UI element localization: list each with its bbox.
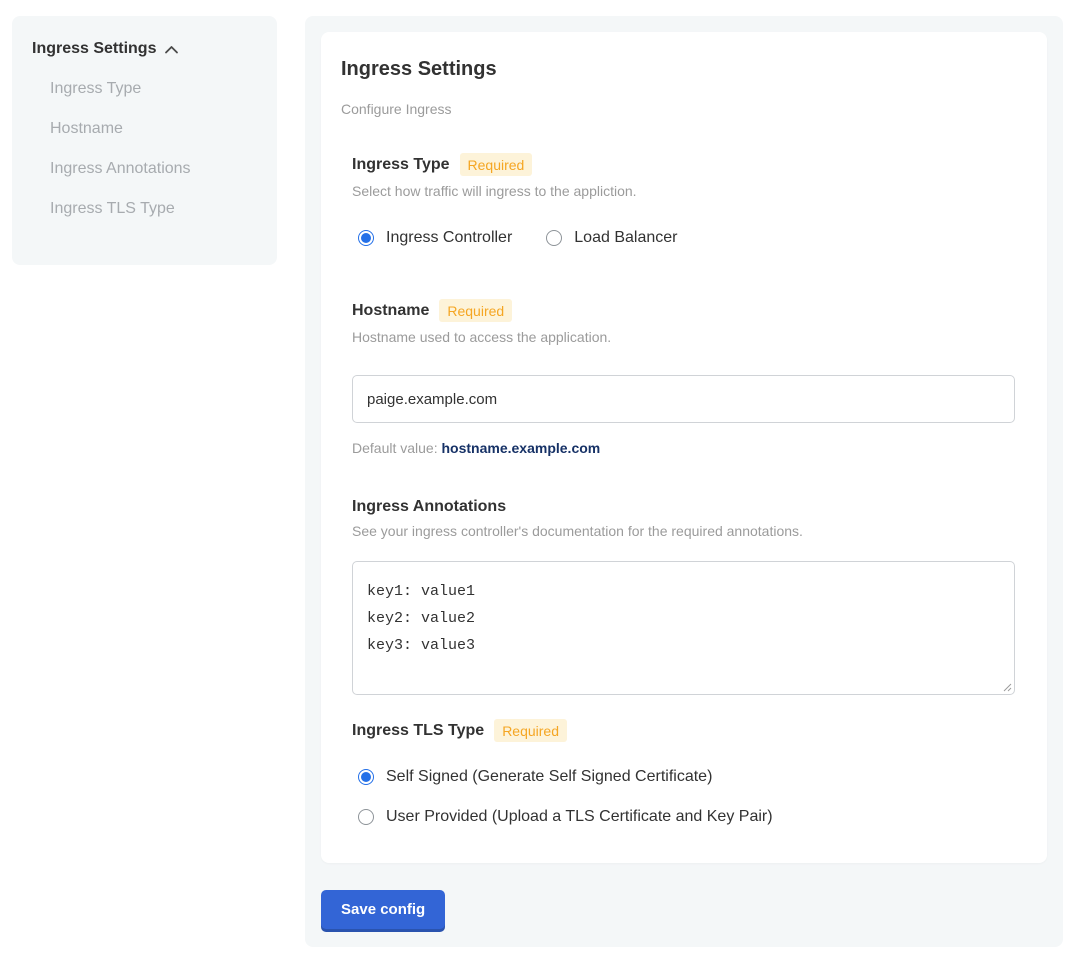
- sidebar-item-ingress-tls-type[interactable]: Ingress TLS Type: [50, 200, 257, 218]
- sidebar-item-ingress-type[interactable]: Ingress Type: [50, 80, 257, 98]
- config-card: Ingress Settings Configure Ingress Ingre…: [321, 32, 1047, 863]
- section-ingress-tls-type: Ingress TLS Type Required Self Signed (G…: [352, 719, 1027, 826]
- config-nav-sidebar: Ingress Settings Ingress Type Hostname I…: [12, 16, 277, 265]
- sidebar-item-hostname[interactable]: Hostname: [50, 120, 257, 138]
- required-badge: Required: [439, 299, 512, 322]
- radio-icon: [358, 809, 374, 825]
- page-title: Ingress Settings: [341, 58, 1027, 81]
- ingress-annotations-textarea[interactable]: key1: value1 key2: value2 key3: value3: [352, 561, 1015, 695]
- save-config-button[interactable]: Save config: [321, 890, 445, 929]
- ingress-annotations-help: See your ingress controller's documentat…: [352, 523, 1027, 539]
- ingress-tls-type-title: Ingress TLS Type: [352, 722, 484, 740]
- default-value-label: Default value:: [352, 440, 438, 456]
- hostname-default-line: Default value: hostname.example.com: [352, 440, 1027, 456]
- sidebar-group-toggle[interactable]: Ingress Settings: [32, 40, 257, 58]
- required-badge: Required: [494, 719, 567, 742]
- radio-label: Load Balancer: [574, 229, 677, 247]
- radio-label: Ingress Controller: [386, 229, 512, 247]
- sidebar-item-ingress-annotations[interactable]: Ingress Annotations: [50, 160, 257, 178]
- required-badge: Required: [460, 153, 533, 176]
- radio-label: User Provided (Upload a TLS Certificate …: [386, 808, 773, 826]
- chevron-up-icon: [164, 45, 179, 55]
- section-hostname: Hostname Required Hostname used to acces…: [352, 299, 1027, 456]
- ingress-annotations-title: Ingress Annotations: [352, 498, 506, 516]
- ingress-tls-radio-group: Self Signed (Generate Self Signed Certif…: [358, 768, 1027, 826]
- section-ingress-annotations: Ingress Annotations See your ingress con…: [352, 498, 1027, 695]
- radio-option-self-signed[interactable]: Self Signed (Generate Self Signed Certif…: [358, 768, 1027, 786]
- sidebar-group-title: Ingress Settings: [32, 40, 156, 58]
- radio-option-load-balancer[interactable]: Load Balancer: [546, 229, 677, 247]
- radio-label: Self Signed (Generate Self Signed Certif…: [386, 768, 712, 786]
- config-main-panel: Ingress Settings Configure Ingress Ingre…: [305, 16, 1063, 947]
- hostname-title: Hostname: [352, 302, 429, 320]
- ingress-type-title: Ingress Type: [352, 156, 450, 174]
- ingress-type-radio-group: Ingress Controller Load Balancer: [358, 229, 1027, 247]
- hostname-help: Hostname used to access the application.: [352, 329, 1027, 345]
- section-ingress-type: Ingress Type Required Select how traffic…: [352, 153, 1027, 247]
- radio-icon: [358, 230, 374, 246]
- resize-handle-icon[interactable]: [1002, 682, 1012, 692]
- default-value-text: hostname.example.com: [442, 440, 601, 456]
- radio-icon: [358, 769, 374, 785]
- radio-icon: [546, 230, 562, 246]
- page-subtitle: Configure Ingress: [341, 101, 1027, 117]
- sidebar-items: Ingress Type Hostname Ingress Annotation…: [32, 80, 257, 218]
- hostname-input[interactable]: [352, 375, 1015, 423]
- radio-option-user-provided[interactable]: User Provided (Upload a TLS Certificate …: [358, 808, 1027, 826]
- radio-option-ingress-controller[interactable]: Ingress Controller: [358, 229, 512, 247]
- ingress-type-help: Select how traffic will ingress to the a…: [352, 183, 1027, 199]
